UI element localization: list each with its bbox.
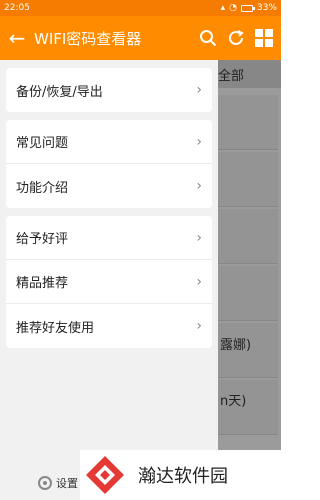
menu-group-help: 常见问题 › 功能介绍 › [6, 120, 212, 208]
menu-item-label: 精品推荐 [16, 276, 69, 291]
chevron-right-icon: › [196, 318, 202, 334]
search-icon [200, 30, 217, 47]
battery-icon [240, 4, 255, 12]
settings-label: 设置 [56, 477, 78, 490]
grid-view-button[interactable] [253, 27, 275, 49]
settings-button[interactable]: 设置 [38, 474, 78, 492]
menu-item-label: 推荐好友使用 [16, 320, 95, 336]
chevron-right-icon: › [196, 82, 202, 98]
app-title: WIFI密码查看器 [34, 29, 142, 48]
battery-percent: 33% [256, 3, 277, 13]
gear-icon [38, 476, 52, 490]
menu-item-label: 给予好评 [16, 232, 69, 247]
refresh-icon [229, 30, 244, 45]
search-button[interactable] [197, 27, 219, 49]
signal-icon: ▴ [220, 3, 226, 13]
menu-item-rate[interactable]: 给予好评 › [6, 216, 212, 260]
menu-item-label: 功能介绍 [16, 180, 69, 196]
wifi-icon: ◔ [229, 3, 237, 13]
menu-item-backup-restore-export[interactable]: 备份/恢复/导出 › [6, 68, 212, 112]
menu-item-share-friends[interactable]: 推荐好友使用 › [6, 304, 212, 348]
app-bar: ← WIFI密码查看器 [0, 16, 281, 60]
menu-group-backup: 备份/恢复/导出 › [6, 68, 212, 112]
watermark-text: 瀚达软件园 [138, 466, 228, 487]
chevron-right-icon: › [196, 178, 202, 194]
app-actions [197, 27, 281, 49]
status-time: 22:05 [4, 3, 30, 13]
menu-group-share: 给予好评 › 精品推荐 › 推荐好友使用 › [6, 216, 212, 348]
back-button[interactable]: ← [0, 16, 34, 60]
menu-item-faq[interactable]: 常见问题 › [6, 120, 212, 164]
menu-item-label: 常见问题 [16, 136, 69, 151]
chevron-right-icon: › [196, 229, 202, 246]
watermark: 瀚达软件园 [80, 450, 281, 500]
chevron-right-icon: › [196, 133, 202, 150]
watermark-logo [86, 456, 124, 494]
menu-item-recommended-apps[interactable]: 精品推荐 › [6, 260, 212, 304]
status-bar: 22:05 ▴ ◔ 33% [0, 0, 281, 16]
status-icons: ▴ ◔ 33% [221, 3, 277, 13]
menu-item-label: 备份/恢复/导出 [16, 84, 103, 100]
menu-item-features[interactable]: 功能介绍 › [6, 164, 212, 208]
arrow-left-icon: ← [8, 26, 26, 50]
grid-icon [255, 29, 273, 47]
refresh-button[interactable] [225, 27, 247, 49]
chevron-right-icon: › [196, 273, 202, 290]
navigation-drawer: 备份/恢复/导出 › 常见问题 › 功能介绍 › 给予好评 › 精品推荐 › 推… [0, 60, 218, 500]
